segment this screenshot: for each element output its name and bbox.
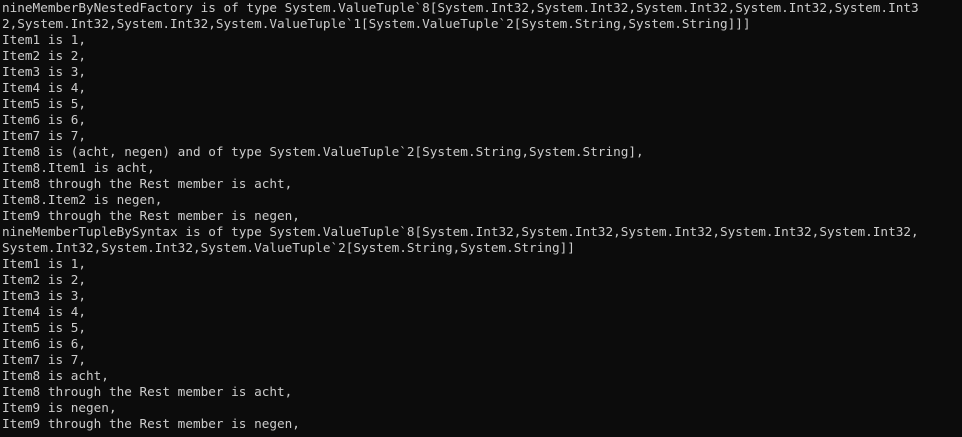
console-line: Item5 is 5,: [2, 96, 87, 111]
console-line: Item6 is 6,: [2, 112, 87, 127]
console-line: Item4 is 4,: [2, 80, 87, 95]
console-line: Item8.Item2 is negen,: [2, 192, 163, 207]
console-line: Item8 through the Rest member is acht,: [2, 384, 293, 399]
console-line: Item3 is 3,: [2, 288, 87, 303]
console-line: Item8 is acht,: [2, 368, 109, 383]
console-line: System.Int32,System.Int32,System.ValueTu…: [2, 240, 575, 255]
console-line: Item8.Item1 is acht,: [2, 160, 155, 175]
console-line: Item7 is 7,: [2, 352, 87, 367]
console-line: nineMemberTupleBySyntax is of type Syste…: [2, 224, 919, 239]
console-line: Item9 through the Rest member is negen,: [2, 208, 300, 223]
console-line: Item3 is 3,: [2, 64, 87, 79]
console-line: Item7 is 7,: [2, 128, 87, 143]
console-line: Item8 through the Rest member is acht,: [2, 176, 293, 191]
console-line: Item2 is 2,: [2, 48, 87, 63]
console-line: 2,System.Int32,System.Int32,System.Value…: [2, 16, 751, 31]
console-line: Item9 is negen,: [2, 400, 117, 415]
console-output[interactable]: nineMemberByNestedFactory is of type Sys…: [0, 0, 962, 437]
console-line: Item8 is (acht, negen) and of type Syste…: [2, 144, 644, 159]
console-line: nineMemberByNestedFactory is of type Sys…: [2, 0, 919, 15]
console-line: Item1 is 1,: [2, 256, 87, 271]
console-line: Item5 is 5,: [2, 320, 87, 335]
console-line: Item1 is 1,: [2, 32, 87, 47]
console-line: Item2 is 2,: [2, 272, 87, 287]
console-line: Item4 is 4,: [2, 304, 87, 319]
console-line: Item6 is 6,: [2, 336, 87, 351]
console-line: Item9 through the Rest member is negen,: [2, 416, 300, 431]
